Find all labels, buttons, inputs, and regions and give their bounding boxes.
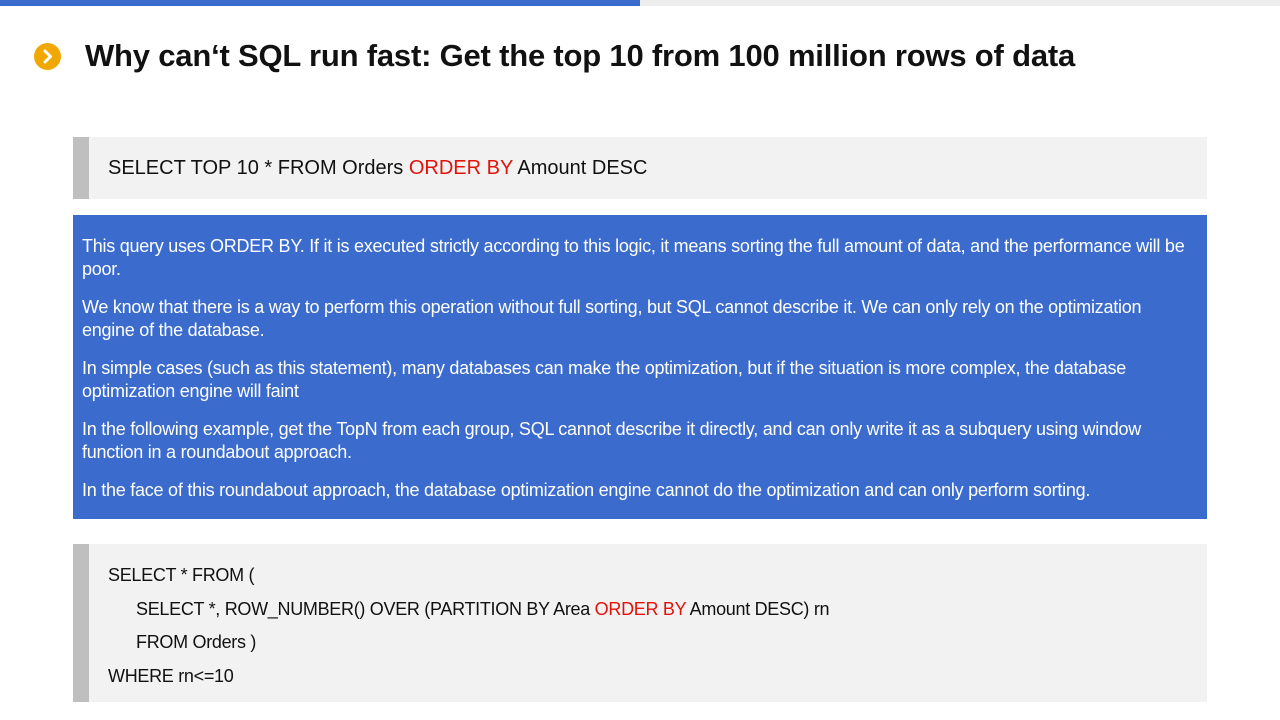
- slide: Why can‘t SQL run fast: Get the top 10 f…: [0, 0, 1280, 720]
- code-line: WHERE rn<=10: [108, 665, 1207, 699]
- explanation-box: This query uses ORDER BY. If it is execu…: [73, 215, 1207, 519]
- code-text: Amount DESC: [512, 157, 648, 179]
- explanation-paragraph: We know that there is a way to perform t…: [82, 297, 1142, 340]
- slide-title: Why can‘t SQL run fast: Get the top 10 f…: [85, 38, 1076, 73]
- explanation-paragraph: In simple cases (such as this statement)…: [82, 358, 1127, 401]
- code-line: FROM Orders ): [108, 631, 1207, 665]
- code-keyword: ORDER BY: [594, 598, 687, 619]
- code-keyword: ORDER BY: [408, 157, 513, 179]
- progress-bar-fill: [0, 0, 640, 6]
- code-text: WHERE rn<=10: [108, 665, 234, 686]
- sql-code-block-simple: SELECT TOP 10 * FROM Orders ORDER BY Amo…: [73, 137, 1207, 199]
- code-line: SELECT * FROM (: [108, 564, 1207, 598]
- sql-code-block-window: SELECT * FROM ( SELECT *, ROW_NUMBER() O…: [73, 544, 1207, 702]
- explanation-paragraph: In the face of this roundabout approach,…: [82, 480, 1091, 500]
- code-text: Amount DESC) rn: [685, 598, 830, 619]
- code-line: SELECT *, ROW_NUMBER() OVER (PARTITION B…: [108, 598, 1207, 632]
- code-text: FROM Orders ): [136, 632, 257, 652]
- code-text: SELECT *, ROW_NUMBER() OVER (PARTITION B…: [136, 598, 595, 619]
- explanation-paragraph: This query uses ORDER BY. If it is execu…: [82, 236, 1185, 279]
- code-text: SELECT * FROM (: [108, 565, 255, 585]
- progress-bar-track: [0, 0, 1280, 6]
- code-text: SELECT TOP 10 * FROM Orders: [108, 157, 409, 179]
- explanation-paragraph: In the following example, get the TopN f…: [82, 419, 1142, 462]
- chevron-right-circle-icon: [34, 43, 61, 70]
